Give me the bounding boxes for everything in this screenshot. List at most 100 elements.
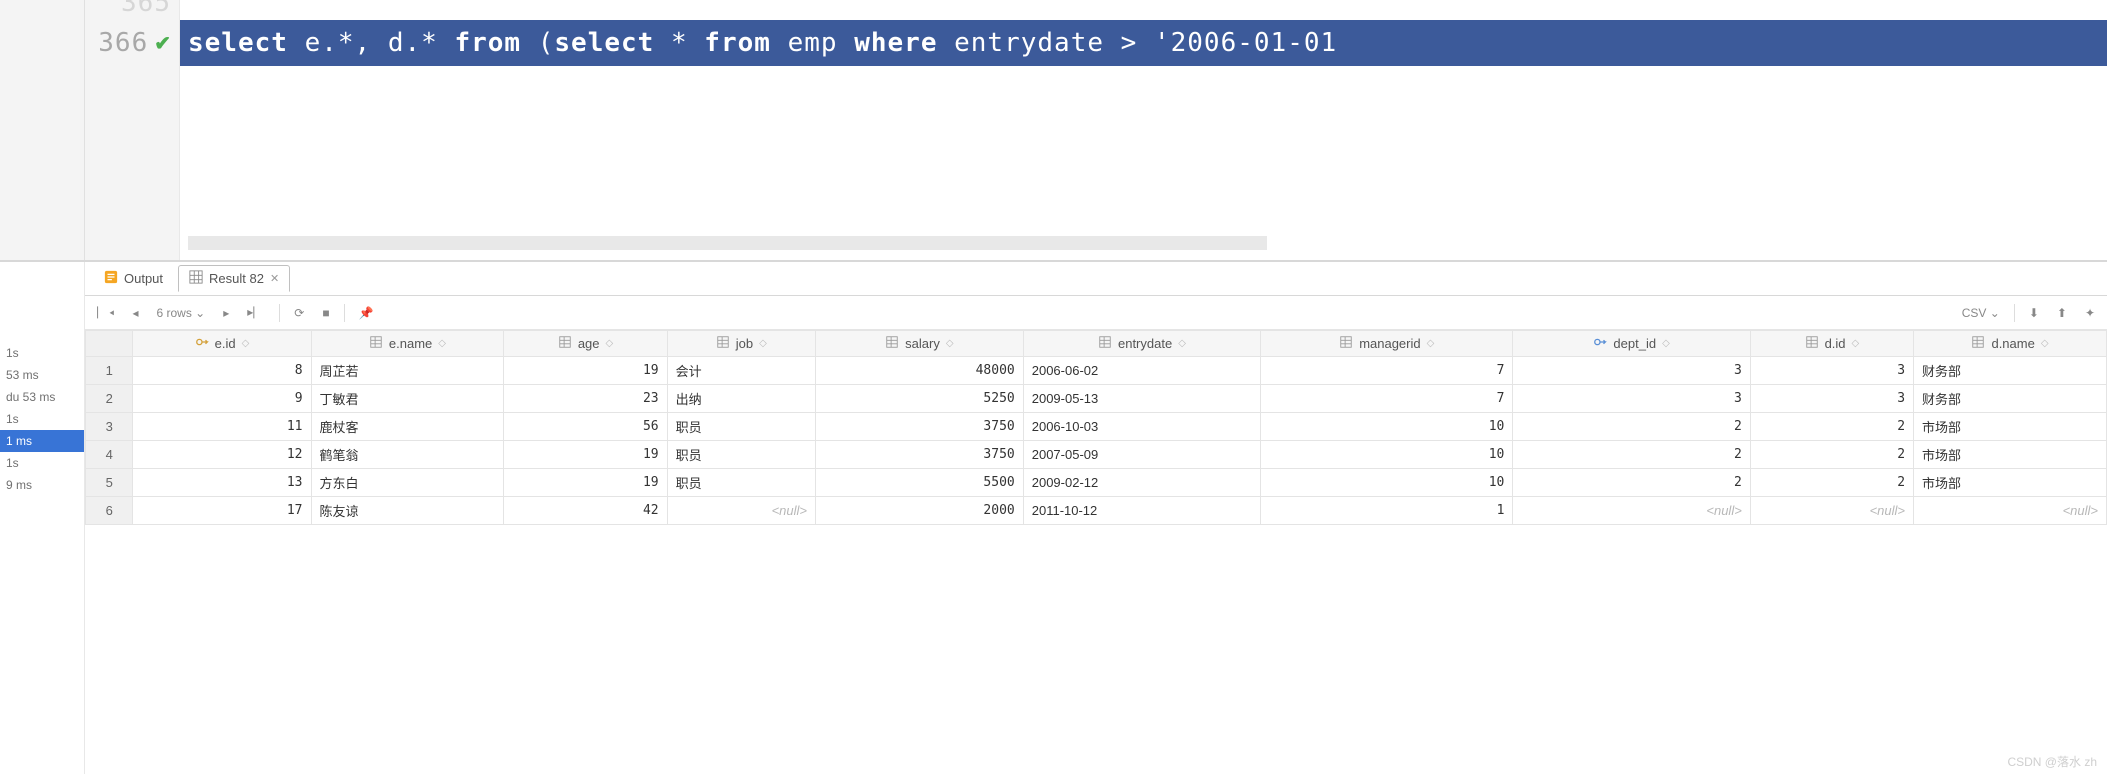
column-header[interactable]: job◇ bbox=[667, 331, 815, 357]
close-icon[interactable]: ✕ bbox=[270, 272, 279, 285]
cell[interactable]: 市场部 bbox=[1914, 413, 2107, 441]
cell[interactable]: 19 bbox=[504, 441, 667, 469]
cell[interactable]: 12 bbox=[133, 441, 311, 469]
first-page-icon[interactable]: ⎸◂ bbox=[93, 303, 118, 322]
cell[interactable]: 3750 bbox=[816, 441, 1024, 469]
cell[interactable]: 周芷若 bbox=[311, 357, 504, 385]
stop-icon[interactable]: ■ bbox=[318, 304, 333, 322]
column-header[interactable]: age◇ bbox=[504, 331, 667, 357]
tab-output[interactable]: Output bbox=[93, 265, 174, 292]
cell[interactable]: 2009-02-12 bbox=[1023, 469, 1260, 497]
cell[interactable]: 2 bbox=[1750, 469, 1913, 497]
cell[interactable]: 2011-10-12 bbox=[1023, 497, 1260, 525]
cell[interactable]: 2000 bbox=[816, 497, 1024, 525]
cell[interactable]: 5250 bbox=[816, 385, 1024, 413]
sort-icon[interactable]: ◇ bbox=[946, 338, 954, 349]
cell[interactable]: 市场部 bbox=[1914, 469, 2107, 497]
column-header[interactable]: managerid◇ bbox=[1261, 331, 1513, 357]
pin-icon[interactable]: 📌 bbox=[355, 304, 378, 322]
tab-result[interactable]: Result 82 ✕ bbox=[178, 265, 290, 292]
cell[interactable]: 2007-05-09 bbox=[1023, 441, 1260, 469]
cell[interactable]: 23 bbox=[504, 385, 667, 413]
cell[interactable]: 市场部 bbox=[1914, 441, 2107, 469]
cell[interactable]: 19 bbox=[504, 469, 667, 497]
cell[interactable]: 9 bbox=[133, 385, 311, 413]
cell[interactable]: 3 bbox=[1513, 385, 1750, 413]
cell[interactable]: 7 bbox=[1261, 385, 1513, 413]
download-icon[interactable]: ⬇ bbox=[2025, 304, 2043, 322]
exec-history-item[interactable]: 1s bbox=[0, 452, 84, 474]
last-page-icon[interactable]: ▸⎸ bbox=[243, 303, 269, 322]
row-count-dropdown[interactable]: 6 rows ⌄ bbox=[152, 304, 209, 322]
cell[interactable]: 2009-05-13 bbox=[1023, 385, 1260, 413]
column-header[interactable]: e.name◇ bbox=[311, 331, 504, 357]
column-header[interactable]: d.id◇ bbox=[1750, 331, 1913, 357]
cell[interactable]: 7 bbox=[1261, 357, 1513, 385]
sql-line[interactable]: select e.*, d.* from (select * from emp … bbox=[180, 20, 2107, 66]
cell[interactable]: 鹤笔翁 bbox=[311, 441, 504, 469]
column-header[interactable]: salary◇ bbox=[816, 331, 1024, 357]
table-row[interactable]: 513方东白19职员55002009-02-121022市场部 bbox=[86, 469, 2107, 497]
cell[interactable]: 财务部 bbox=[1914, 357, 2107, 385]
exec-history-item[interactable]: 9 ms bbox=[0, 474, 84, 496]
cell[interactable]: 方东白 bbox=[311, 469, 504, 497]
exec-history-item[interactable]: du 53 ms bbox=[0, 386, 84, 408]
column-header[interactable]: e.id◇ bbox=[133, 331, 311, 357]
cell[interactable]: <null> bbox=[1750, 497, 1913, 525]
code-area[interactable]: select e.*, d.* from (select * from emp … bbox=[180, 0, 2107, 260]
sort-icon[interactable]: ◇ bbox=[1852, 338, 1860, 349]
next-page-icon[interactable]: ▸ bbox=[219, 304, 233, 322]
cell[interactable]: 56 bbox=[504, 413, 667, 441]
sort-icon[interactable]: ◇ bbox=[759, 338, 767, 349]
export-format-dropdown[interactable]: CSV ⌄ bbox=[1958, 304, 2004, 322]
sort-icon[interactable]: ◇ bbox=[606, 338, 614, 349]
cell[interactable]: 5500 bbox=[816, 469, 1024, 497]
cell[interactable]: 2 bbox=[1513, 469, 1750, 497]
cell[interactable]: 陈友谅 bbox=[311, 497, 504, 525]
cell[interactable]: 2 bbox=[1513, 413, 1750, 441]
cell[interactable]: 出纳 bbox=[667, 385, 815, 413]
cell[interactable]: 职员 bbox=[667, 441, 815, 469]
cell[interactable]: <null> bbox=[1513, 497, 1750, 525]
cell[interactable]: 42 bbox=[504, 497, 667, 525]
sort-icon[interactable]: ◇ bbox=[1662, 338, 1670, 349]
sort-icon[interactable]: ◇ bbox=[1178, 338, 1186, 349]
cell[interactable]: 1 bbox=[1261, 497, 1513, 525]
column-header[interactable]: entrydate◇ bbox=[1023, 331, 1260, 357]
sort-icon[interactable]: ◇ bbox=[242, 338, 250, 349]
table-row[interactable]: 29丁敏君23出纳52502009-05-13733财务部 bbox=[86, 385, 2107, 413]
cell[interactable]: 2 bbox=[1750, 413, 1913, 441]
cell[interactable]: 财务部 bbox=[1914, 385, 2107, 413]
cell[interactable]: <null> bbox=[667, 497, 815, 525]
table-row[interactable]: 311鹿杖客56职员37502006-10-031022市场部 bbox=[86, 413, 2107, 441]
exec-history-item[interactable]: 53 ms bbox=[0, 364, 84, 386]
cell[interactable]: 3 bbox=[1513, 357, 1750, 385]
prev-page-icon[interactable]: ◂ bbox=[128, 304, 142, 322]
upload-icon[interactable]: ⬆ bbox=[2053, 304, 2071, 322]
cell[interactable]: 2006-06-02 bbox=[1023, 357, 1260, 385]
table-row[interactable]: 18周芷若19会计480002006-06-02733财务部 bbox=[86, 357, 2107, 385]
cell[interactable]: 职员 bbox=[667, 413, 815, 441]
table-row[interactable]: 412鹤笔翁19职员37502007-05-091022市场部 bbox=[86, 441, 2107, 469]
cell[interactable]: 鹿杖客 bbox=[311, 413, 504, 441]
table-row[interactable]: 617陈友谅42<null>20002011-10-121<null><null… bbox=[86, 497, 2107, 525]
cell[interactable]: 17 bbox=[133, 497, 311, 525]
cell[interactable]: 丁敏君 bbox=[311, 385, 504, 413]
cell[interactable]: 3750 bbox=[816, 413, 1024, 441]
cell[interactable]: 48000 bbox=[816, 357, 1024, 385]
exec-history-item[interactable]: 1s bbox=[0, 408, 84, 430]
cell[interactable]: 2006-10-03 bbox=[1023, 413, 1260, 441]
sort-icon[interactable]: ◇ bbox=[2041, 338, 2049, 349]
cell[interactable]: 13 bbox=[133, 469, 311, 497]
sort-icon[interactable]: ◇ bbox=[438, 338, 446, 349]
settings-icon[interactable]: ✦ bbox=[2081, 304, 2099, 322]
cell[interactable]: 8 bbox=[133, 357, 311, 385]
column-header[interactable]: dept_id◇ bbox=[1513, 331, 1750, 357]
cell[interactable]: 10 bbox=[1261, 441, 1513, 469]
refresh-icon[interactable]: ⟳ bbox=[290, 304, 308, 322]
exec-history-item[interactable]: 1 ms bbox=[0, 430, 84, 452]
cell[interactable]: 2 bbox=[1513, 441, 1750, 469]
horizontal-scrollbar[interactable] bbox=[188, 236, 1267, 250]
cell[interactable]: <null> bbox=[1914, 497, 2107, 525]
cell[interactable]: 2 bbox=[1750, 441, 1913, 469]
